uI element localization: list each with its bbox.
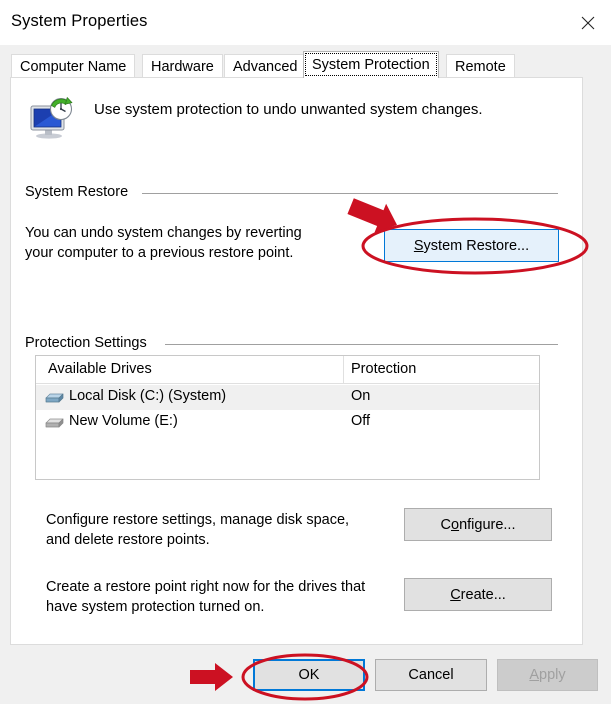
dialog-footer: OK Cancel Apply (0, 645, 611, 704)
system-properties-dialog: System Properties Computer Name Hardware… (0, 0, 611, 704)
configure-description-line1: Configure restore settings, manage disk … (46, 512, 350, 528)
title-bar: System Properties (0, 0, 611, 45)
group-label-protection-settings: Protection Settings (25, 335, 153, 351)
configure-button[interactable]: Co nfigure... (404, 508, 552, 541)
ok-button[interactable]: OK (253, 659, 365, 691)
group-rule-system-restore (142, 193, 558, 194)
create-button-accel: C (450, 586, 461, 603)
drive-protection-status-c: On (351, 388, 371, 404)
close-icon[interactable] (565, 0, 611, 45)
configure-button-accel: o (450, 516, 460, 533)
window-title: System Properties (11, 12, 148, 30)
apply-button-accel: A (529, 667, 540, 683)
column-divider (343, 356, 344, 384)
create-description-line2: have system protection turned on. (46, 599, 265, 615)
drive-row-new-volume-e[interactable]: New Volume (E:) Off (36, 410, 539, 435)
column-header-available-drives[interactable]: Available Drives (48, 361, 152, 377)
tab-computer-name[interactable]: Computer Name (11, 54, 136, 78)
header-caption: Use system protection to undo unwanted s… (94, 101, 483, 118)
system-restore-description-line2: your computer to a previous restore poin… (25, 245, 294, 261)
tab-system-protection[interactable]: System Protection (303, 51, 439, 78)
system-restore-button-accel: S (413, 237, 424, 254)
available-drives-list[interactable]: Available Drives Protection Local Disk (… (35, 355, 540, 480)
tab-hardware[interactable]: Hardware (142, 54, 223, 78)
apply-button: Apply (497, 659, 598, 691)
configure-button-label: nfigure... (459, 516, 516, 533)
hard-drive-icon (44, 415, 64, 430)
group-label-system-restore: System Restore (25, 184, 135, 200)
system-protection-icon (27, 93, 75, 141)
create-button[interactable]: Create... (404, 578, 552, 611)
system-restore-button-label: ystem Restore... (423, 237, 530, 254)
drive-protection-status-e: Off (351, 413, 371, 429)
apply-button-label: pply (539, 667, 566, 683)
drive-name-local-disk-c: Local Disk (C:) (System) (69, 388, 227, 404)
configure-description-line2: and delete restore points. (46, 532, 210, 548)
system-restore-button[interactable]: System Restore... (384, 229, 559, 262)
create-button-label: reate... (460, 586, 506, 603)
drive-list-header: Available Drives Protection (36, 356, 539, 384)
configure-button-prefix: C (440, 516, 451, 533)
drive-row-local-disk-c[interactable]: Local Disk (C:) (System) On (36, 385, 539, 410)
column-header-protection[interactable]: Protection (351, 361, 416, 377)
drive-name-new-volume-e: New Volume (E:) (69, 413, 178, 429)
tab-remote[interactable]: Remote (446, 54, 515, 78)
hard-drive-icon-system (44, 390, 64, 405)
cancel-button[interactable]: Cancel (375, 659, 487, 691)
tab-strip: Computer Name Hardware Advanced System P… (0, 45, 611, 78)
system-restore-description-line1: You can undo system changes by reverting (25, 225, 302, 241)
tab-advanced[interactable]: Advanced (224, 54, 307, 78)
create-description-line1: Create a restore point right now for the… (46, 579, 366, 595)
group-rule-protection-settings (165, 344, 558, 345)
